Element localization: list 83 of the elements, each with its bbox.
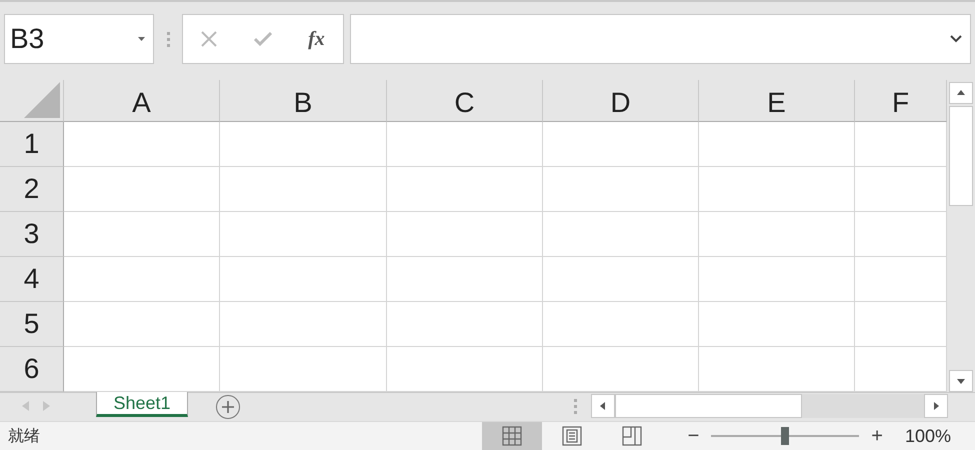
grid-cell[interactable] [387, 212, 543, 257]
grid-cell[interactable] [387, 257, 543, 302]
left-arrow-icon [599, 402, 607, 410]
left-arrow-icon[interactable] [22, 401, 29, 411]
grid-cell[interactable] [855, 122, 947, 167]
scroll-thumb[interactable] [615, 394, 802, 418]
scroll-thumb[interactable] [949, 106, 973, 206]
grid-cell[interactable] [220, 212, 387, 257]
column-header[interactable]: E [699, 80, 855, 122]
add-sheet-button[interactable] [216, 395, 240, 419]
grid-cell[interactable] [855, 167, 947, 212]
grid-cell[interactable] [220, 257, 387, 302]
grip-icon [574, 398, 577, 414]
grid-cell[interactable] [387, 122, 543, 167]
close-icon[interactable] [201, 31, 218, 47]
grid-cell[interactable] [543, 302, 699, 347]
grid-cell[interactable] [855, 212, 947, 257]
grid-cell[interactable] [220, 302, 387, 347]
check-icon[interactable] [254, 32, 272, 46]
zoom-out-button[interactable]: − [688, 424, 700, 448]
column-header[interactable]: F [855, 80, 947, 122]
row-header[interactable]: 2 [0, 167, 64, 212]
zoom-level[interactable]: 100% [904, 426, 951, 446]
scroll-down-button[interactable] [949, 370, 973, 392]
grip-icon [166, 32, 170, 46]
select-all-corner[interactable] [0, 80, 64, 122]
scroll-left-button[interactable] [591, 394, 615, 418]
status-text: 就绪 [7, 426, 40, 446]
grid-cell[interactable] [64, 347, 220, 392]
grid-cell[interactable] [220, 122, 387, 167]
row-header[interactable]: 5 [0, 302, 64, 347]
column-header[interactable]: A [64, 80, 220, 122]
row-header[interactable]: 4 [0, 257, 64, 302]
triangle-icon [24, 82, 60, 118]
grid-cell[interactable] [64, 122, 220, 167]
column-header[interactable]: C [387, 80, 543, 122]
zoom-in-button[interactable]: + [871, 424, 883, 448]
grid-cell[interactable] [699, 347, 855, 392]
grid-cell[interactable] [64, 167, 220, 212]
insert-function-button[interactable]: fx [308, 28, 325, 50]
grid-cell[interactable] [543, 347, 699, 392]
column-header[interactable]: D [543, 80, 699, 122]
scroll-up-button[interactable] [949, 82, 973, 104]
grid-cell[interactable] [699, 167, 855, 212]
grid-cell[interactable] [64, 212, 220, 257]
grid-cell[interactable] [64, 302, 220, 347]
grid-cell[interactable] [543, 122, 699, 167]
zoom-slider-thumb[interactable] [781, 427, 790, 445]
grid-cell[interactable] [855, 347, 947, 392]
right-arrow-icon [932, 402, 940, 410]
view-button[interactable] [482, 422, 542, 450]
right-arrow-icon[interactable] [43, 401, 50, 411]
grid-icon [502, 426, 522, 446]
grid-cell[interactable] [699, 302, 855, 347]
grid-cell[interactable] [543, 212, 699, 257]
grid-cell[interactable] [699, 257, 855, 302]
grid-cell[interactable] [699, 212, 855, 257]
grid-cell[interactable] [543, 167, 699, 212]
name-box[interactable]: B3 [4, 14, 154, 64]
chevron-down-icon [950, 35, 962, 43]
dropdown-icon [138, 37, 145, 41]
grid-cell[interactable] [699, 122, 855, 167]
page-icon [562, 426, 582, 446]
grid-cell[interactable] [855, 257, 947, 302]
row-header[interactable]: 3 [0, 212, 64, 257]
sheet-tab[interactable]: Sheet1 [96, 392, 188, 417]
grid-cell[interactable] [855, 302, 947, 347]
row-header[interactable]: 1 [0, 122, 64, 167]
grid-cell[interactable] [220, 347, 387, 392]
grid-cell[interactable] [64, 257, 220, 302]
grid-cell[interactable] [387, 302, 543, 347]
row-header[interactable]: 6 [0, 347, 64, 392]
scroll-right-button[interactable] [924, 394, 948, 418]
up-arrow-icon [957, 89, 965, 97]
plus-icon [222, 401, 234, 413]
grid-cell[interactable] [387, 347, 543, 392]
column-header[interactable]: B [220, 80, 387, 122]
grid-cell[interactable] [543, 257, 699, 302]
page-break-icon [622, 426, 642, 446]
grid-cell[interactable] [387, 167, 543, 212]
down-arrow-icon [957, 377, 965, 385]
formula-input[interactable] [350, 14, 971, 64]
grid-cell[interactable] [220, 167, 387, 212]
